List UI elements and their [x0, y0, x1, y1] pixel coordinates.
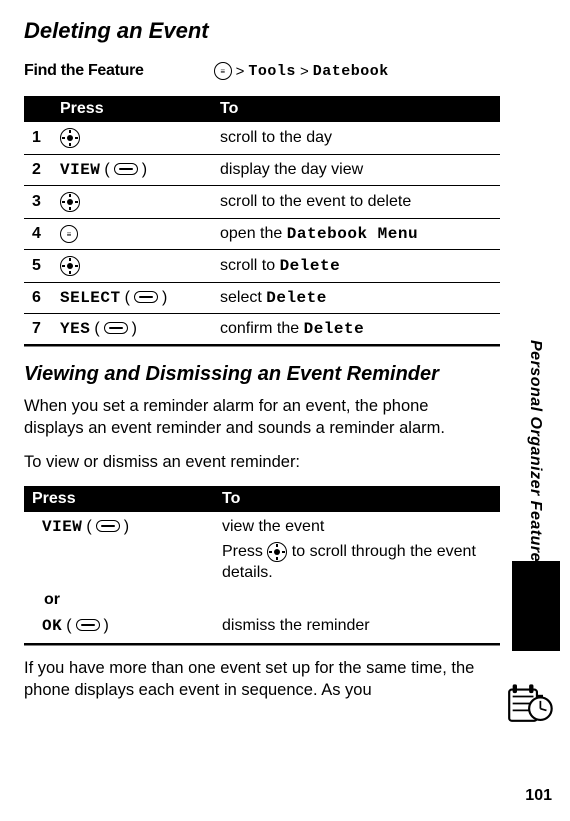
- datebook-clock-icon: [504, 674, 556, 726]
- find-feature-label: Find the Feature: [24, 62, 144, 80]
- table-header-press: Press: [52, 96, 212, 122]
- heading-deleting-event: Deleting an Event: [24, 18, 500, 44]
- softkey-label: YES: [60, 320, 90, 338]
- softkey-icon: [76, 619, 100, 631]
- softkey-icon: [134, 291, 158, 303]
- side-label: Personal Organizer Features: [526, 340, 544, 571]
- breadcrumb: ≡ > Tools > Datebook: [214, 62, 389, 80]
- step-number: 1: [24, 122, 52, 155]
- softkey-icon: [104, 322, 128, 334]
- paragraph: When you set a reminder alarm for an eve…: [24, 396, 490, 440]
- find-the-feature-row: Find the Feature ≡ > Tools > Datebook: [24, 62, 500, 80]
- paragraph: To view or dismiss an event reminder:: [24, 452, 490, 474]
- to-cell: display the day view: [212, 155, 500, 186]
- press-cell: [52, 186, 212, 219]
- table-header-press: Press: [24, 486, 214, 512]
- step-number: 5: [24, 250, 52, 283]
- press-cell: [52, 250, 212, 283]
- press-cell: ≡: [52, 219, 212, 250]
- press-cell: SELECT (): [52, 283, 212, 314]
- menu-key-icon: ≡: [60, 225, 78, 243]
- step-number: 3: [24, 186, 52, 219]
- press-cell: VIEW (): [24, 512, 214, 586]
- softkey-label: OK: [42, 617, 62, 635]
- table-row: VIEW () view the event Press to scroll t…: [24, 512, 500, 586]
- menu-key-icon: ≡: [214, 62, 232, 80]
- softkey-label: SELECT: [60, 289, 121, 307]
- table-row: 5 scroll to Delete: [24, 250, 500, 283]
- press-cell: VIEW (): [52, 155, 212, 186]
- step-number: 2: [24, 155, 52, 186]
- step-number: 7: [24, 314, 52, 345]
- table-header-to: To: [214, 486, 500, 512]
- to-cell: open the Datebook Menu: [212, 219, 500, 250]
- softkey-label: VIEW: [60, 161, 100, 179]
- press-cell: OK (): [24, 611, 214, 644]
- page-number: 101: [525, 787, 552, 805]
- table-row: 2 VIEW () display the day view: [24, 155, 500, 186]
- press-cell: YES (): [52, 314, 212, 345]
- nav-key-icon: [60, 256, 80, 276]
- breadcrumb-datebook: Datebook: [313, 63, 389, 80]
- heading-reminder: Viewing and Dismissing an Event Reminder: [24, 363, 500, 386]
- softkey-label: VIEW: [42, 518, 82, 536]
- to-cell: view the event Press to scroll through t…: [214, 512, 500, 586]
- step-number: 4: [24, 219, 52, 250]
- softkey-icon: [96, 520, 120, 532]
- table-row: 6 SELECT () select Delete: [24, 283, 500, 314]
- press-cell: [52, 122, 212, 155]
- to-cell: dismiss the reminder: [214, 611, 500, 644]
- steps-table-delete: Press To 1 scroll to the day 2 VIEW () d…: [24, 96, 500, 345]
- or-label: or: [24, 585, 214, 611]
- side-tab: [512, 561, 560, 651]
- paragraph: If you have more than one event set up f…: [24, 658, 490, 702]
- table-row: 3 scroll to the event to delete: [24, 186, 500, 219]
- manual-page: Deleting an Event Find the Feature ≡ > T…: [0, 0, 570, 821]
- to-cell: scroll to the day: [212, 122, 500, 155]
- breadcrumb-sep: >: [236, 63, 245, 80]
- table-row: 7 YES () confirm the Delete: [24, 314, 500, 345]
- table-row: 1 scroll to the day: [24, 122, 500, 155]
- table-header-blank: [24, 96, 52, 122]
- table-row: 4 ≡ open the Datebook Menu: [24, 219, 500, 250]
- breadcrumb-sep: >: [300, 63, 309, 80]
- step-number: 6: [24, 283, 52, 314]
- steps-table-reminder: Press To VIEW () view the event Press to…: [24, 486, 500, 645]
- to-cell: confirm the Delete: [212, 314, 500, 345]
- to-cell: select Delete: [212, 283, 500, 314]
- nav-key-icon: [267, 542, 287, 562]
- to-cell: scroll to the event to delete: [212, 186, 500, 219]
- nav-key-icon: [60, 128, 80, 148]
- table-header-to: To: [212, 96, 500, 122]
- table-row: OK () dismiss the reminder: [24, 611, 500, 644]
- to-cell: scroll to Delete: [212, 250, 500, 283]
- breadcrumb-tools: Tools: [248, 63, 296, 80]
- nav-key-icon: [60, 192, 80, 212]
- softkey-icon: [114, 163, 138, 175]
- or-row: or: [24, 585, 500, 611]
